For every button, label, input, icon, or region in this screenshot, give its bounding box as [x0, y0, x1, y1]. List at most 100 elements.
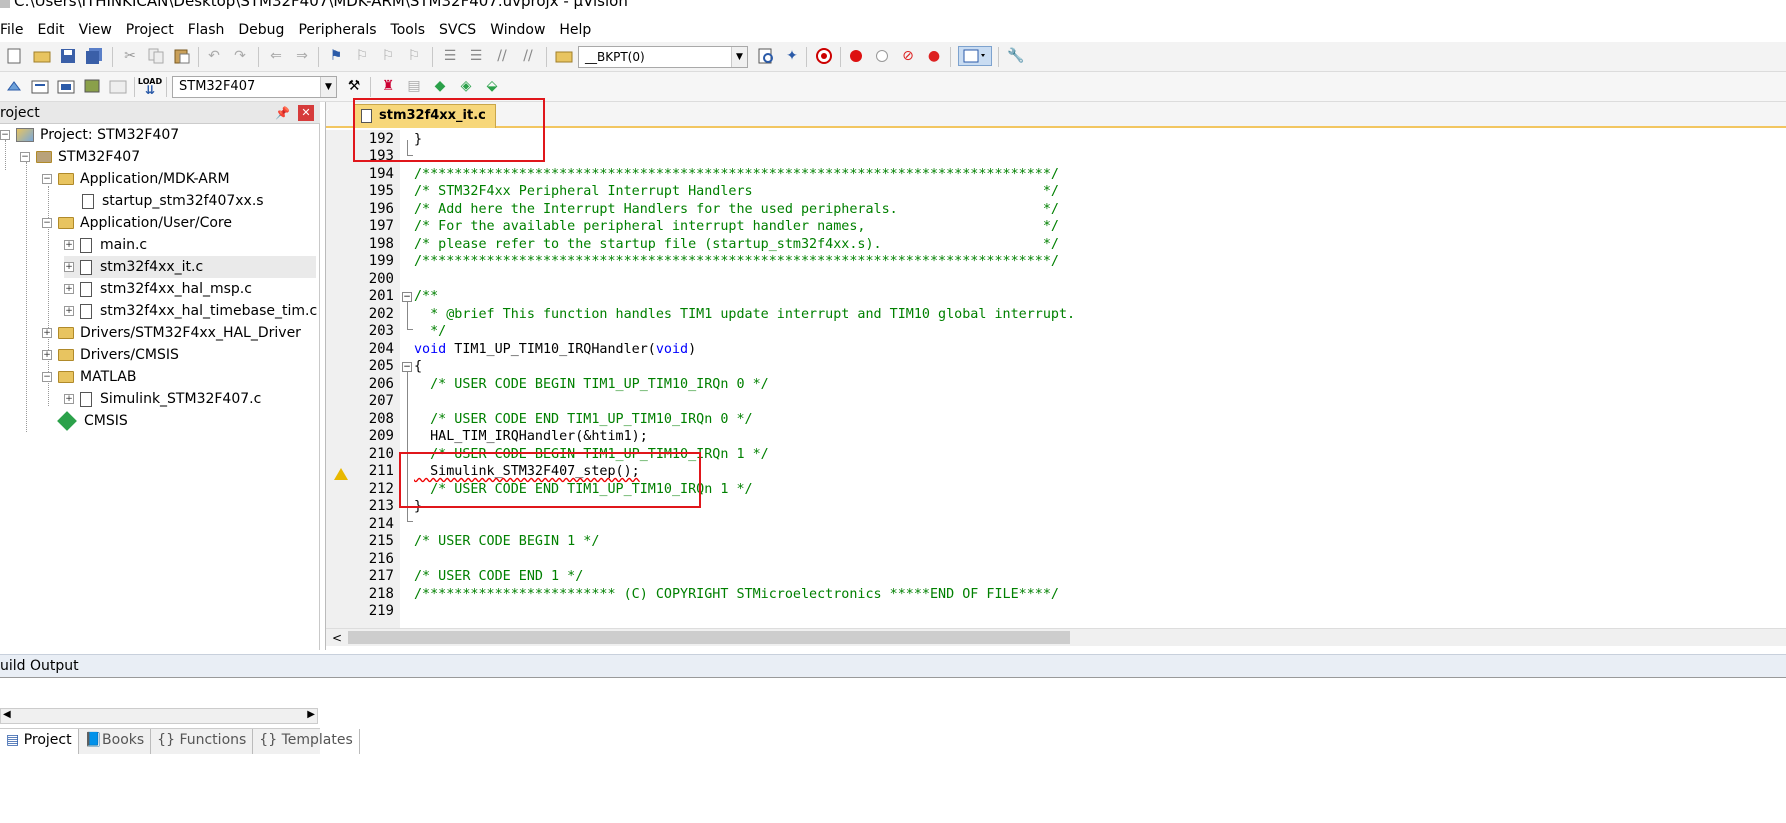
paste-icon[interactable] [172, 46, 192, 66]
tree-item-startup-file[interactable]: startup_stm32f407xx.s [82, 190, 264, 212]
breakpoint-icon[interactable] [846, 46, 866, 66]
menu-view[interactable]: View [72, 18, 119, 42]
warning-icon[interactable] [334, 468, 348, 480]
close-icon[interactable]: ✕ [298, 105, 314, 121]
copy-icon[interactable] [146, 46, 166, 66]
collapse-icon[interactable]: − [20, 152, 30, 162]
menu-window[interactable]: Window [483, 18, 552, 42]
scroll-thumb[interactable] [348, 631, 1070, 644]
nav-back-icon[interactable]: ⇐ [266, 46, 286, 66]
expand-icon[interactable]: + [64, 284, 74, 294]
indent-icon[interactable]: ☰ [440, 46, 460, 66]
bookmark-next-icon[interactable]: ⚐ [378, 46, 398, 66]
breakpoint-disable-icon[interactable] [872, 46, 892, 66]
select-packs-icon[interactable]: ▤ [404, 76, 424, 96]
menu-project[interactable]: Project [119, 18, 181, 42]
editor-horizontal-scrollbar[interactable]: < [326, 628, 1786, 646]
stop-build-icon[interactable] [108, 76, 128, 96]
code-line[interactable]: /* please refer to the startup file (sta… [414, 236, 1059, 253]
menu-debug[interactable]: Debug [231, 18, 291, 42]
code-line[interactable]: { [414, 358, 422, 375]
uncomment-icon[interactable]: // [518, 46, 538, 66]
tree-item-group-hal-driver[interactable]: + Drivers/STM32F4xx_HAL_Driver [42, 322, 301, 344]
save-icon[interactable] [58, 46, 78, 66]
manage-rte-icon[interactable]: ◆ [430, 76, 450, 96]
batch-build-icon[interactable] [82, 76, 102, 96]
find-in-files-icon[interactable] [554, 46, 574, 66]
bookmark-icon[interactable]: ⚑ [326, 46, 346, 66]
code-line[interactable]: /* STM32F4xx Peripheral Interrupt Handle… [414, 183, 1059, 200]
save-all-icon[interactable] [84, 46, 104, 66]
code-line[interactable]: /* USER CODE END 1 */ [414, 568, 583, 585]
code-line[interactable]: void TIM1_UP_TIM10_IRQHandler(void) [414, 341, 696, 358]
bookmark-clear-icon[interactable]: ⚐ [404, 46, 424, 66]
fold-toggle-icon[interactable]: − [402, 362, 412, 372]
bookmark-prev-icon[interactable]: ⚐ [352, 46, 372, 66]
tree-item-group-user-core[interactable]: − Application/User/Core [42, 212, 232, 234]
code-line[interactable]: */ [414, 323, 446, 340]
chevron-down-icon[interactable]: ▼ [731, 47, 747, 67]
menu-peripherals[interactable]: Peripherals [291, 18, 383, 42]
menu-svcs[interactable]: SVCS [432, 18, 483, 42]
redo-icon[interactable]: ↷ [230, 46, 250, 66]
nav-forward-icon[interactable]: ⇒ [292, 46, 312, 66]
open-icon[interactable] [32, 46, 52, 66]
fold-toggle-icon[interactable]: − [402, 292, 412, 302]
scroll-left-icon[interactable]: ◀ [3, 709, 11, 720]
pack-installer-icon[interactable]: ◈ [456, 76, 476, 96]
bkpt-combo[interactable]: __BKPT(0) ▼ [578, 46, 748, 68]
code-line[interactable]: /* For the available peripheral interrup… [414, 218, 1059, 235]
expand-icon[interactable]: + [64, 306, 74, 316]
tree-item-group-mdk-arm[interactable]: − Application/MDK-ARM [42, 168, 230, 190]
code-line[interactable]: /***************************************… [414, 166, 1059, 183]
collapse-icon[interactable]: − [42, 218, 52, 228]
tree-item-group-cmsis-driver[interactable]: + Drivers/CMSIS [42, 344, 179, 366]
breakpoint-disable-all-icon[interactable]: ⊘ [898, 46, 918, 66]
options-icon[interactable]: ⚒ [344, 76, 364, 96]
tab-project[interactable]: ▤ Project [0, 729, 79, 754]
cut-icon[interactable]: ✂ [120, 46, 140, 66]
project-horizontal-scrollbar[interactable]: ◀ ▶ [0, 708, 318, 724]
tab-functions[interactable]: {} Functions [151, 729, 254, 754]
debug-session-icon[interactable] [814, 46, 834, 66]
tree-item-group-matlab[interactable]: − MATLAB [42, 366, 136, 388]
tree-item-stm32f4xx-it-c[interactable]: + stm32f4xx_it.c [64, 256, 316, 278]
expand-icon[interactable]: + [64, 262, 74, 272]
expand-icon[interactable]: + [64, 240, 74, 250]
code-line[interactable]: /* Add here the Interrupt Handlers for t… [414, 201, 1059, 218]
translate-icon[interactable] [4, 76, 24, 96]
scroll-right-icon[interactable]: ▶ [307, 709, 315, 720]
code-line[interactable]: /***************************************… [414, 253, 1059, 270]
configure-icon[interactable]: 🔧 [1006, 46, 1026, 66]
window-layout-icon[interactable] [958, 46, 992, 66]
tree-item-simulink-c[interactable]: + Simulink_STM32F407.c [64, 388, 261, 410]
code-line[interactable]: /* USER CODE BEGIN TIM1_UP_TIM10_IRQn 0 … [414, 376, 769, 393]
expand-icon[interactable]: + [42, 328, 52, 338]
pin-icon[interactable]: 📌 [275, 102, 290, 124]
chevron-down-icon[interactable]: ▼ [320, 77, 336, 97]
collapse-icon[interactable]: − [42, 174, 52, 184]
incremental-find-icon[interactable]: ✦ [782, 46, 802, 66]
menu-flash[interactable]: Flash [181, 18, 232, 42]
tree-item-cmsis[interactable]: CMSIS [57, 410, 128, 432]
expand-icon[interactable]: + [42, 350, 52, 360]
rebuild-icon[interactable] [56, 76, 76, 96]
find-icon[interactable] [756, 46, 776, 66]
menu-tools[interactable]: Tools [384, 18, 433, 42]
build-icon[interactable] [30, 76, 50, 96]
code-line[interactable]: * @brief This function handles TIM1 upda… [414, 306, 1075, 323]
tree-item-hal-msp-c[interactable]: + stm32f4xx_hal_msp.c [64, 278, 252, 300]
new-file-icon[interactable] [4, 46, 24, 66]
expand-icon[interactable]: + [64, 394, 74, 404]
collapse-icon[interactable]: − [0, 130, 10, 140]
manage-project-items-icon[interactable]: ♜ [378, 76, 398, 96]
code-line[interactable]: HAL_TIM_IRQHandler(&htim1); [414, 428, 648, 445]
code-line[interactable]: /* USER CODE BEGIN 1 */ [414, 533, 599, 550]
outdent-icon[interactable]: ☰ [466, 46, 486, 66]
code-line[interactable]: /** [414, 288, 438, 305]
tree-item-target[interactable]: − STM32F407 [20, 146, 140, 168]
comment-icon[interactable]: // [492, 46, 512, 66]
undo-icon[interactable]: ↶ [204, 46, 224, 66]
collapse-icon[interactable]: − [42, 372, 52, 382]
menu-file[interactable]: File [0, 18, 30, 42]
